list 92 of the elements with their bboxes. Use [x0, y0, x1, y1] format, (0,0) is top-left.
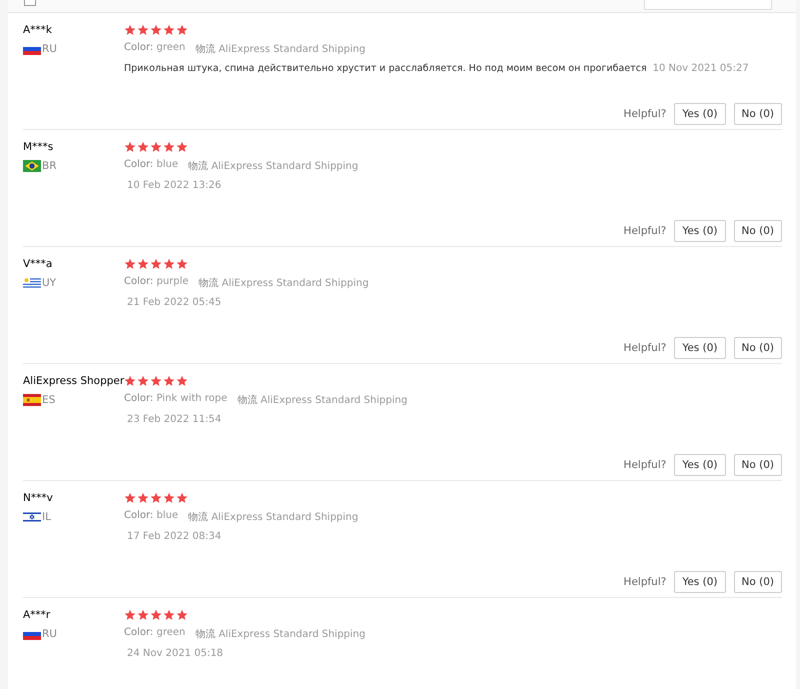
- color-value: green: [156, 627, 186, 638]
- reviewer-name: AliExpress Shopper: [23, 374, 124, 388]
- shipping-label: 物流: [198, 278, 219, 289]
- yes-button[interactable]: Yes (0): [674, 103, 726, 125]
- star-icon: [150, 141, 162, 153]
- star-icon: [124, 492, 136, 504]
- star-icon: [163, 492, 175, 504]
- star-icon: [124, 24, 136, 36]
- reviewer-name: A***k: [23, 23, 54, 37]
- shipping-label: 物流: [237, 395, 258, 406]
- flag-icon: [23, 160, 41, 172]
- no-button[interactable]: No (0): [734, 337, 782, 359]
- review-date: 10 Feb 2022 13:26: [127, 180, 222, 191]
- shipping-method: AliExpress Standard Shipping: [260, 395, 408, 406]
- review-date: 10 Nov 2021 05:27: [652, 62, 749, 76]
- star-icon: [124, 375, 136, 387]
- shipping-method: AliExpress Standard Shipping: [218, 44, 366, 55]
- no-button[interactable]: No (0): [734, 454, 782, 476]
- flag-icon: [23, 277, 41, 289]
- star-icon: [137, 24, 149, 36]
- star-icon: [176, 609, 188, 621]
- star-icon: [137, 375, 149, 387]
- shipping-method: AliExpress Standard Shipping: [211, 512, 358, 523]
- shipping-label: 物流: [195, 629, 216, 640]
- star-icon: [124, 141, 136, 153]
- star-icon: [163, 609, 175, 621]
- no-button[interactable]: No (0): [734, 220, 782, 242]
- star-icon: [150, 609, 162, 621]
- color-label: Color:: [124, 42, 154, 53]
- star-icon: [176, 492, 188, 504]
- star-icon: [163, 375, 175, 387]
- star-icon: [137, 141, 149, 153]
- review-date: 21 Feb 2022 05:45: [127, 297, 222, 308]
- star-icon: [176, 141, 188, 153]
- review-date: 24 Nov 2021 05:18: [127, 648, 224, 659]
- country-code: ES: [42, 394, 56, 406]
- review-text: Прикольная штука, спина действительно хрустит и расслабляется. Но под моим весом он прогибается: [124, 62, 647, 76]
- star-icon: [150, 24, 162, 36]
- color-label: Color:: [124, 627, 154, 638]
- country-code: RU: [42, 628, 57, 640]
- country-code: RU: [42, 43, 57, 55]
- country-code: BR: [42, 160, 56, 172]
- color-label: Color:: [124, 276, 154, 287]
- star-icon: [137, 258, 149, 270]
- yes-button[interactable]: Yes (0): [674, 220, 726, 242]
- star-icon: [150, 375, 162, 387]
- yes-button[interactable]: Yes (0): [674, 571, 726, 593]
- color-label: Color:: [124, 393, 154, 404]
- country-code: IL: [42, 511, 51, 523]
- yes-button[interactable]: Yes (0): [674, 454, 726, 476]
- color-value: blue: [156, 510, 178, 521]
- star-icon: [163, 24, 175, 36]
- star-icon: [137, 609, 149, 621]
- shipping-label: 物流: [195, 44, 216, 55]
- flag-icon: [23, 511, 41, 523]
- review-date: 17 Feb 2022 08:34: [127, 531, 222, 542]
- reviewer-name: V***a: [23, 257, 54, 271]
- color-value: Pink with rope: [156, 393, 228, 404]
- star-icon: [124, 609, 136, 621]
- star-icon: [124, 258, 136, 270]
- helpful-label: Helpful?: [624, 225, 666, 237]
- shipping-method: AliExpress Standard Shipping: [222, 278, 369, 289]
- helpful-label: Helpful?: [624, 342, 666, 354]
- color-value: green: [156, 42, 186, 53]
- star-icon: [150, 258, 162, 270]
- star-icon: [176, 24, 188, 36]
- shipping-method: AliExpress Standard Shipping: [211, 161, 358, 172]
- helpful-label: Helpful?: [624, 108, 666, 120]
- star-icon: [176, 258, 188, 270]
- color-value: blue: [156, 159, 178, 170]
- reviewer-name: A***r: [23, 608, 52, 622]
- helpful-label: Helpful?: [624, 576, 666, 588]
- reviewer-name: N***v: [23, 491, 54, 505]
- helpful-label: Helpful?: [624, 459, 666, 471]
- star-icon: [150, 492, 162, 504]
- star-icon: [163, 258, 175, 270]
- shipping-label: 物流: [188, 161, 208, 172]
- flag-icon: [23, 394, 41, 406]
- star-icon: [163, 141, 175, 153]
- color-label: Color:: [124, 159, 154, 170]
- color-value: purple: [156, 276, 189, 287]
- reviewer-name: M***s: [23, 140, 54, 154]
- country-code: UY: [42, 277, 56, 289]
- star-icon: [137, 492, 149, 504]
- shipping-label: 物流: [188, 512, 208, 523]
- no-button[interactable]: No (0): [734, 571, 782, 593]
- yes-button[interactable]: Yes (0): [674, 337, 726, 359]
- star-icon: [176, 375, 188, 387]
- shipping-method: AliExpress Standard Shipping: [218, 629, 366, 640]
- color-label: Color:: [124, 510, 154, 521]
- review-date: 23 Feb 2022 11:54: [127, 414, 222, 425]
- no-button[interactable]: No (0): [734, 103, 782, 125]
